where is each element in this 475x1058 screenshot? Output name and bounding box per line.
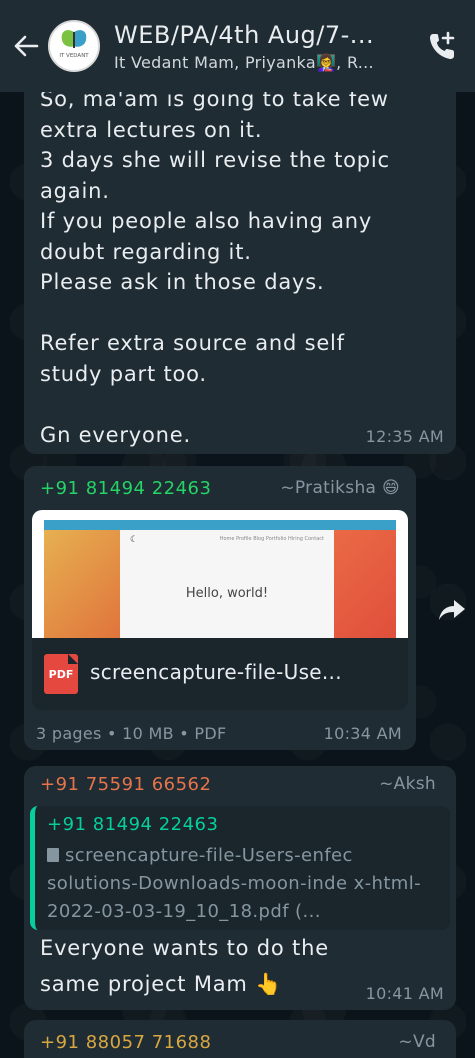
document-preview-thumbnail[interactable]: ☾ Home Profile Blog Portfolio Hiring Con… (32, 510, 408, 638)
group-title: WEB/PA/4th Aug/7-... (114, 20, 375, 49)
phone-add-icon (430, 31, 455, 59)
pdf-icon: PDF (44, 654, 78, 694)
preview-top-bar (44, 520, 396, 530)
quoted-sender: +91 81494 22463 (47, 814, 219, 835)
sender-phone[interactable]: +91 88057 71688 (40, 1032, 211, 1053)
forward-button[interactable] (434, 592, 470, 628)
preview-left-panel (44, 530, 120, 638)
preview-nav: Home Profile Blog Portfolio Hiring Conta… (219, 536, 324, 542)
document-meta: 3 pages • 10 MB • PDF (36, 724, 227, 743)
itvedant-logo: IT VEDANT (59, 30, 89, 59)
message-text: Everyone wants to do the same project Ma… (40, 936, 329, 996)
forward-icon (439, 600, 465, 620)
back-button[interactable] (4, 24, 48, 68)
avatar-text: IT VEDANT (59, 53, 89, 59)
chat-header: IT VEDANT WEB/PA/4th Aug/7-... It Vedant… (0, 0, 475, 92)
message-time: 12:35 AM (365, 427, 444, 446)
document-message-bubble[interactable]: +91 81494 22463 ~Pratiksha 😄 ☾ Home Prof… (24, 466, 416, 750)
quoted-text-content: screencapture-file-Users-enfec solutions… (47, 845, 422, 922)
chat-title-area[interactable]: WEB/PA/4th Aug/7-... It Vedant Mam, Priy… (114, 21, 414, 72)
arrow-left-icon (14, 35, 39, 57)
document-icon (47, 848, 59, 862)
sender-phone[interactable]: +91 75591 66562 (40, 774, 211, 795)
quoted-text: screencapture-file-Users-enfec solutions… (47, 842, 447, 926)
message-time: 10:34 AM (323, 724, 402, 743)
preview-center-panel: ☾ Home Profile Blog Portfolio Hiring Con… (120, 530, 334, 638)
group-members: It Vedant Mam, Priyanka👩‍🏫, R... (114, 52, 374, 72)
sender-push-name: ~Vd (398, 1032, 436, 1052)
reply-message-bubble[interactable]: +91 75591 66562 ~Aksh +91 81494 22463 sc… (24, 766, 456, 1010)
message-bubble[interactable]: So, ma'am is going to take few extra lec… (24, 66, 456, 454)
preview-hello-text: Hello, world! (185, 586, 269, 601)
message-text: So, ma'am is going to take few extra lec… (40, 87, 390, 447)
message-time: 10:41 AM (365, 984, 444, 1003)
sender-push-name: ~Pratiksha 😄 (280, 478, 400, 498)
preview-right-panel (334, 530, 396, 638)
document-file-name: screencapture-file-Use... (90, 660, 342, 684)
sender-phone[interactable]: +91 81494 22463 (40, 478, 211, 499)
group-avatar[interactable]: IT VEDANT (48, 20, 100, 72)
add-call-button[interactable] (425, 28, 461, 64)
sender-push-name: ~Aksh (379, 774, 436, 794)
quoted-message[interactable]: +91 81494 22463 screencapture-file-Users… (30, 806, 450, 930)
document-file-row[interactable]: PDF screencapture-file-Use... (32, 638, 408, 710)
message-bubble[interactable]: +91 88057 71688 ~Vd (24, 1020, 456, 1058)
moon-icon: ☾ (130, 535, 139, 545)
